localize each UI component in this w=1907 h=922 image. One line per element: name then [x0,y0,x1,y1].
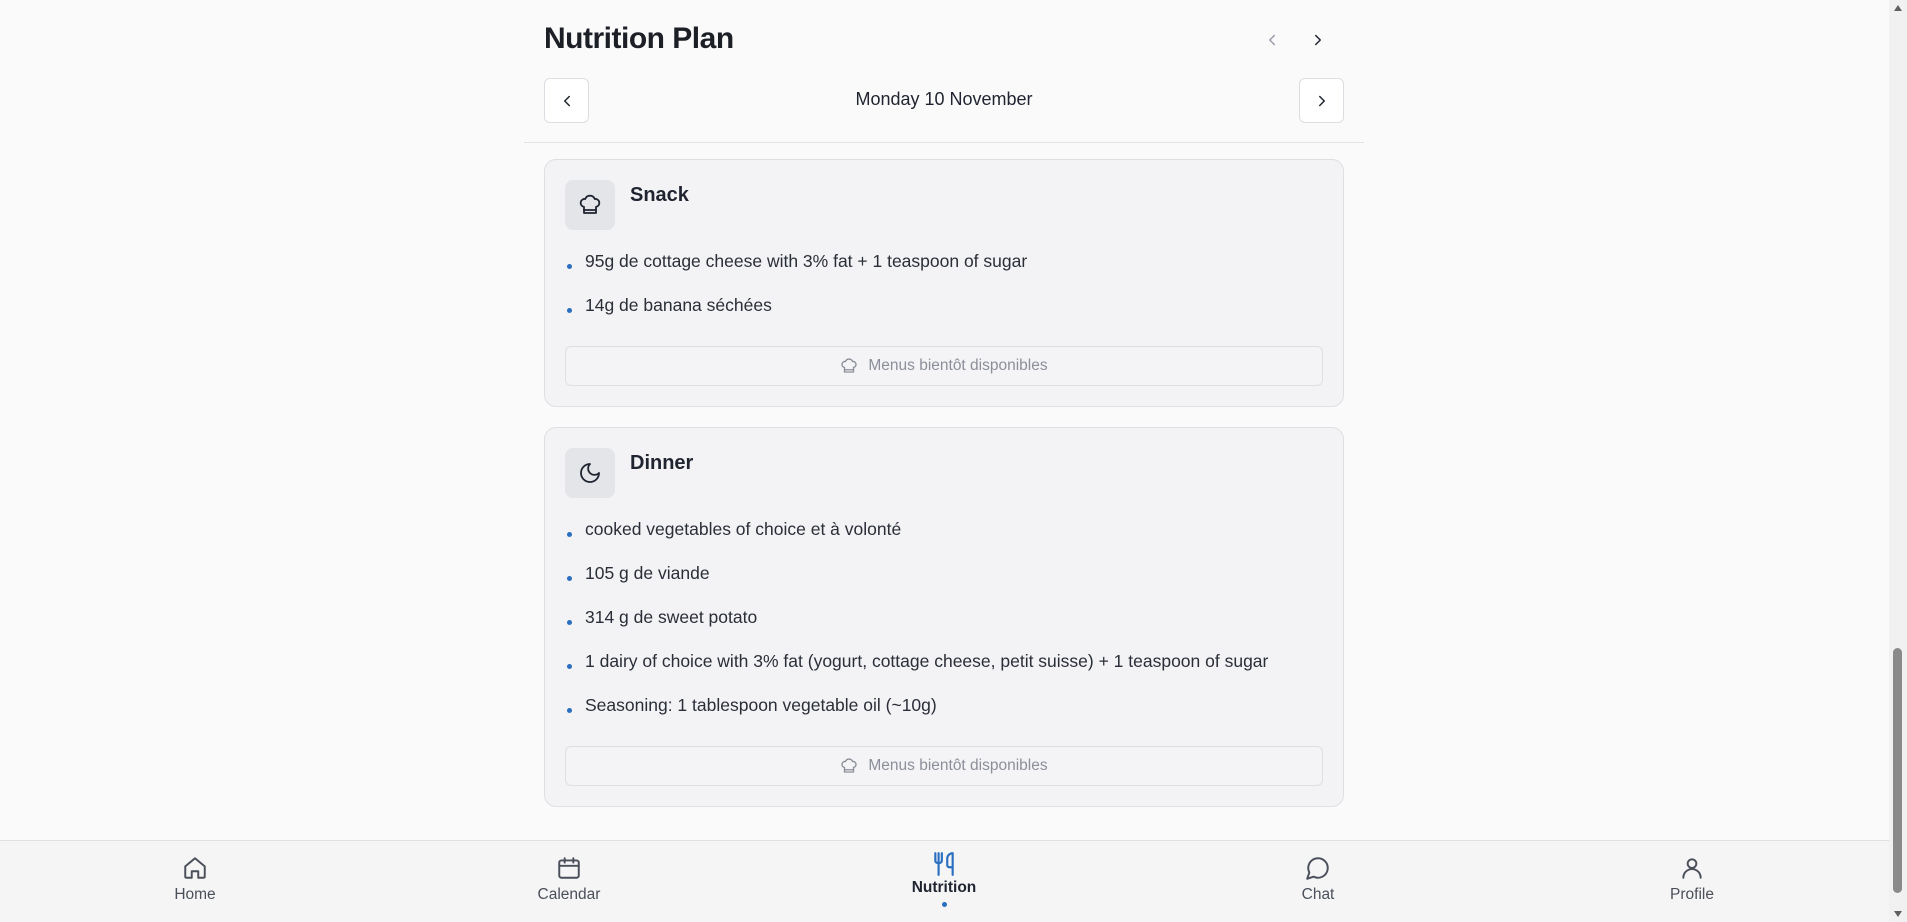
meal-item-text: 1 dairy of choice with 3% fat (yogurt, c… [585,651,1269,671]
user-icon [1682,858,1702,879]
meal-items-list: cooked vegetables of choice et à volonté… [565,516,1268,736]
meal-icon-box [565,180,615,230]
meal-title: Snack [630,184,689,206]
bottom-nav: Home Calendar Nutrition Chat Profile [0,840,1889,922]
meal-item: 14g de banana séchées [565,292,1027,336]
meal-item: 105 g de viande [565,560,1268,604]
scroll-down-arrow[interactable] [1889,906,1907,922]
home-icon [184,857,206,879]
nav-item-nutrition[interactable]: Nutrition [884,841,1004,922]
previous-day-button[interactable] [544,78,589,123]
scrollbar-thumb[interactable] [1893,648,1902,893]
nav-item-calendar[interactable]: Calendar [509,841,629,922]
chat-bubble-icon [1306,857,1329,880]
scroll-up-arrow[interactable] [1889,0,1907,16]
meal-card-snack: Snack 95g de cottage cheese with 3% fat … [544,159,1344,407]
active-indicator [941,902,947,907]
chef-hat-icon [841,758,858,773]
header-prev-button[interactable] [1258,26,1286,54]
meal-card-dinner: Dinner cooked vegetables of choice et à … [544,427,1344,807]
nav-item-chat[interactable]: Chat [1258,841,1378,922]
chevron-left-icon [563,95,570,106]
nav-item-home[interactable]: Home [135,841,255,922]
meal-item-text: 314 g de sweet potato [585,607,758,627]
nav-label: Nutrition [911,879,977,896]
meal-title: Dinner [630,452,694,474]
meal-item: 95g de cottage cheese with 3% fat + 1 te… [565,248,1027,292]
chevron-right-icon [1315,34,1321,46]
meal-item-text: cooked vegetables of choice et à volonté [585,519,902,539]
chef-hat-icon [579,194,601,214]
nav-label: Calendar [537,886,601,903]
header-divider [524,142,1364,143]
menus-label: Menus bientôt disponibles [868,757,1048,774]
meal-items-list: 95g de cottage cheese with 3% fat + 1 te… [565,248,1027,336]
calendar-icon [558,857,580,879]
utensils-icon [934,852,954,876]
chevron-left-icon [1269,34,1275,46]
bullet-dot [567,264,572,269]
meal-item-text: Seasoning: 1 tablespoon vegetable oil (~… [585,695,937,715]
chevron-right-icon [1318,95,1325,106]
page-scrollbar[interactable] [1889,0,1907,922]
page-title: Nutrition Plan [544,22,734,55]
menus-coming-soon[interactable]: Menus bientôt disponibles [565,746,1323,786]
bullet-dot [567,532,572,537]
meal-item-text: 105 g de viande [585,563,710,583]
bullet-dot [567,620,572,625]
menus-coming-soon[interactable]: Menus bientôt disponibles [565,346,1323,386]
nav-label: Home [174,886,216,903]
moon-icon [580,463,600,483]
current-date: Monday 10 November [855,89,1033,109]
bullet-dot [567,308,572,313]
header-next-button[interactable] [1304,26,1332,54]
nav-item-profile[interactable]: Profile [1632,841,1752,922]
chef-hat-icon [841,358,858,373]
next-day-button[interactable] [1299,78,1344,123]
meal-item-text: 14g de banana séchées [585,295,772,315]
meal-item: cooked vegetables of choice et à volonté [565,516,1268,560]
meal-item-text: 95g de cottage cheese with 3% fat + 1 te… [585,251,1028,271]
bullet-dot [567,576,572,581]
triangle-down-icon [1894,911,1902,917]
meal-item: 1 dairy of choice with 3% fat (yogurt, c… [565,648,1268,692]
meal-icon-box [565,448,615,498]
bullet-dot [567,708,572,713]
meal-item: 314 g de sweet potato [565,604,1268,648]
nav-label: Profile [1670,886,1714,903]
main-column: Nutrition Plan Monday 10 November Snack … [524,0,1364,840]
menus-label: Menus bientôt disponibles [868,357,1048,374]
nutrition-page: Nutrition Plan Monday 10 November Snack … [0,0,1889,922]
triangle-up-icon [1894,5,1902,11]
nav-label: Chat [1301,886,1335,903]
bullet-dot [567,664,572,669]
meal-item: Seasoning: 1 tablespoon vegetable oil (~… [565,692,1268,736]
